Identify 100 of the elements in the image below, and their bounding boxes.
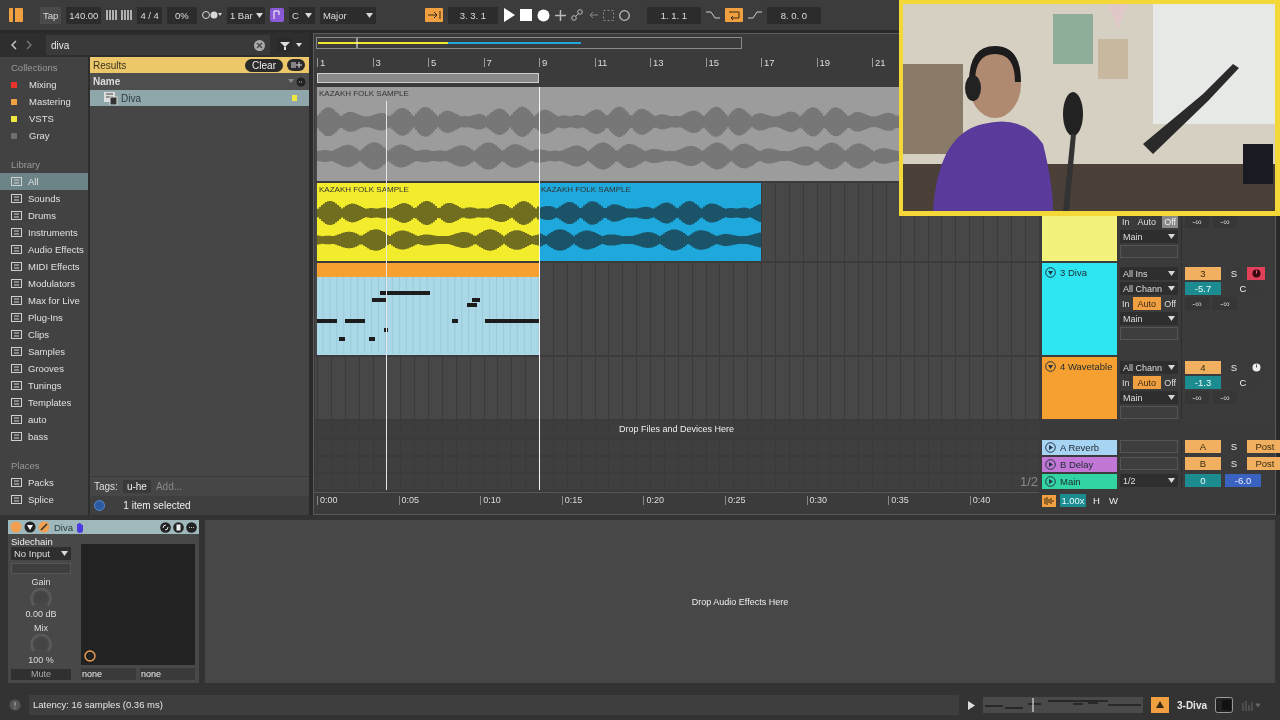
clear-icon[interactable] [254,39,265,51]
track-header[interactable]: A Reverb [1042,440,1117,455]
thumbnail-icon[interactable] [1215,697,1233,713]
capture-icon[interactable] [602,9,614,21]
record-icon[interactable] [536,8,550,22]
clip-overview-drawing[interactable] [983,697,1143,713]
track-header[interactable]: 4 Wavetable [1042,357,1117,419]
send-button[interactable]: Post [1247,457,1280,470]
library-item[interactable]: Modulators [0,275,88,292]
save-icon[interactable] [173,521,184,533]
library-item[interactable]: Clips [0,326,88,343]
mute-button[interactable]: Mute [11,668,71,680]
routing-dropdown[interactable]: All Chann [1120,282,1178,295]
sidechain-dropdown[interactable]: No Input [11,547,71,560]
collection-item[interactable]: VSTS [0,110,88,127]
library-item[interactable]: Plug-Ins [0,309,88,326]
track-button[interactable] [1151,697,1169,713]
fold-icon[interactable] [1045,476,1056,487]
quantization-dropdown[interactable]: 1 Bar [226,6,265,24]
time-signature-field[interactable]: 4 / 4 [137,6,162,24]
fold-icon[interactable] [1045,442,1056,453]
track-number[interactable]: 4 [1185,361,1221,374]
xy-handle[interactable] [84,650,96,662]
parameter-field[interactable]: none [140,668,195,680]
collection-item[interactable]: Mixing [0,76,88,93]
library-item[interactable]: MIDI Effects [0,258,88,275]
forward-icon[interactable] [25,40,33,50]
library-item[interactable]: auto [0,411,88,428]
waveform-zoom-icon[interactable] [1042,494,1056,507]
search-field[interactable]: diva [46,35,270,55]
follow-button[interactable] [424,8,443,22]
track-header[interactable]: 3 Diva [1042,263,1117,355]
loop-button[interactable] [724,8,743,22]
parameter-field[interactable]: none [81,668,136,680]
library-item[interactable]: Max for Live [0,292,88,309]
overview-drawing[interactable] [316,36,742,49]
library-item[interactable]: bass [0,428,88,445]
send-button[interactable]: A [1185,440,1221,453]
routing-dropdown[interactable]: Main [1120,230,1178,243]
monitor-button[interactable]: Off [1162,297,1178,310]
send-button[interactable]: Post [1247,440,1280,453]
result-row[interactable]: Diva [90,90,309,106]
library-item[interactable]: Audio Effects [0,241,88,258]
scale-dropdown[interactable]: Major [319,6,376,24]
loop-length-field[interactable]: 8. 0. 0 [766,6,821,24]
routing-dropdown[interactable]: Main [1120,391,1178,404]
library-item[interactable]: Splice [0,491,88,508]
info-icon[interactable] [94,500,105,511]
circle-icon[interactable] [618,9,630,21]
monitor-button[interactable]: Auto [1132,376,1162,389]
track-header[interactable] [1042,214,1117,261]
send-button[interactable]: B [1185,457,1221,470]
track-number[interactable]: 3 [1185,267,1221,280]
stop-icon[interactable] [519,9,532,21]
wrench-icon[interactable] [38,521,50,533]
routing-dropdown[interactable]: All Ins [1120,267,1178,280]
library-item[interactable]: Grooves [0,360,88,377]
refresh-icon[interactable] [160,521,171,533]
tempo-field[interactable]: 140.00 [66,6,102,24]
fold-icon[interactable] [1045,361,1056,372]
monitor-button[interactable]: Auto [1132,297,1162,310]
routing-dropdown[interactable]: 1/2 [1120,474,1178,487]
library-item[interactable]: Samples [0,343,88,360]
library-item[interactable]: Packs [0,474,88,491]
key-dropdown[interactable]: C [288,6,315,24]
plus-icon[interactable] [554,9,566,21]
volume-field[interactable]: 0 [1185,474,1221,487]
loop-start-field[interactable]: 1. 1. 1 [646,6,701,24]
more-icon[interactable] [186,521,197,533]
audio-clip[interactable]: KAZAKH FOLK SAMPLE [539,183,761,261]
arm-button[interactable] [1247,267,1265,280]
volume-field[interactable]: -6.0 [1225,474,1261,487]
scale-icon[interactable] [269,8,284,22]
midi-clip[interactable] [317,263,539,355]
fold-icon[interactable] [1045,267,1056,278]
audio-clip[interactable]: KAZAKH FOLK SAMPLE [317,87,899,181]
info-icon[interactable] [9,699,21,711]
back-icon[interactable] [10,40,18,50]
routing-dropdown[interactable]: Main [1120,312,1178,325]
position-field[interactable]: 3. 3. 1 [447,6,498,24]
tap-button[interactable]: Tap [40,6,62,24]
track-header[interactable]: B Delay [1042,457,1117,472]
collection-item[interactable]: Gray [0,127,88,144]
volume-field[interactable]: -5.7 [1185,282,1221,295]
link-icon[interactable] [570,9,583,21]
sort-options-icon[interactable] [288,76,306,87]
groove-field[interactable]: 0% [166,6,197,24]
tag[interactable]: u-he [122,480,151,493]
add-list-icon[interactable] [287,59,305,71]
library-item[interactable]: Tunings [0,377,88,394]
column-header[interactable]: Name [90,73,309,90]
arrow-icon[interactable] [587,10,598,20]
volume-field[interactable]: -1.3 [1185,376,1221,389]
panel-toggle-icon[interactable] [9,8,23,22]
clear-button[interactable]: Clear [245,58,283,72]
library-item[interactable]: Drums [0,207,88,224]
fold-icon[interactable] [24,521,36,533]
play-icon[interactable] [502,8,515,22]
library-item[interactable]: Instruments [0,224,88,241]
play-icon[interactable] [967,700,975,710]
